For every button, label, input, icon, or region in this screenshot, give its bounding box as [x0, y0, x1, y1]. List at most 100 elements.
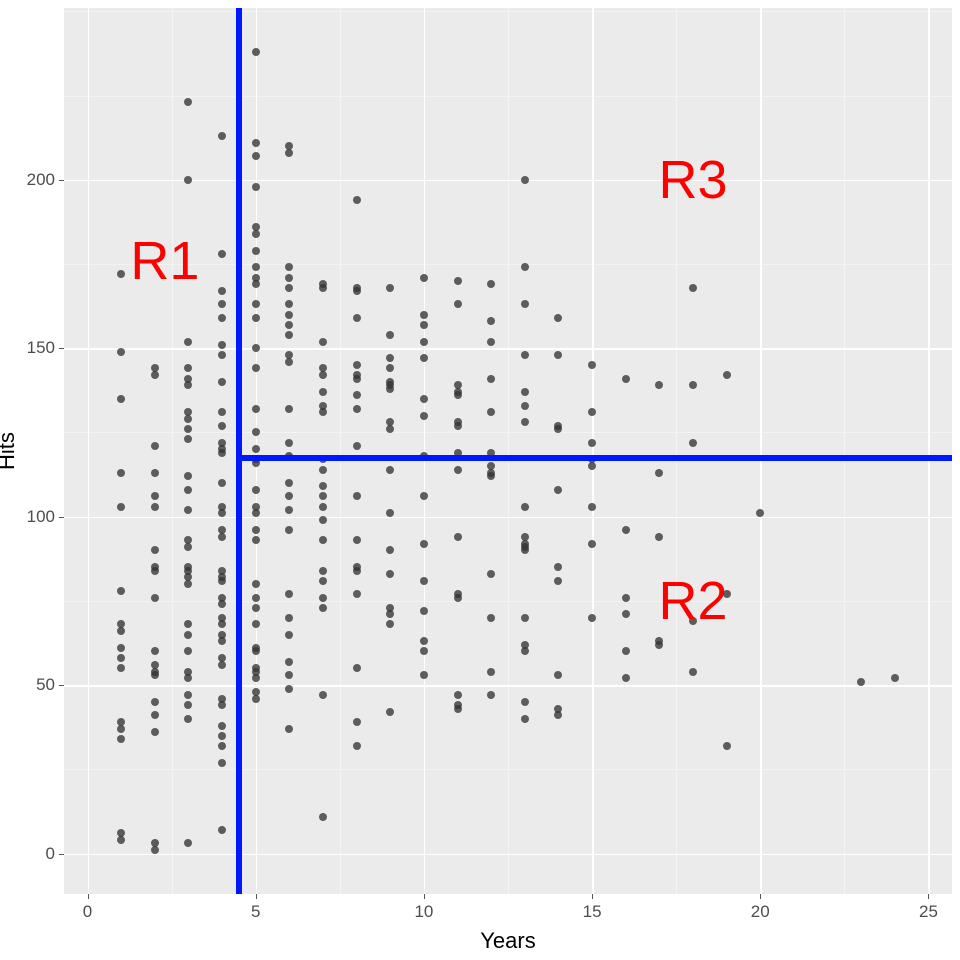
- data-point: [386, 418, 394, 426]
- data-point: [151, 728, 159, 736]
- data-point: [622, 610, 630, 618]
- data-point: [353, 536, 361, 544]
- data-point: [184, 563, 192, 571]
- data-point: [487, 462, 495, 470]
- data-point: [218, 695, 226, 703]
- data-point: [487, 375, 495, 383]
- data-point: [689, 439, 697, 447]
- data-point: [218, 422, 226, 430]
- data-point: [184, 472, 192, 480]
- data-point: [218, 620, 226, 628]
- data-point: [117, 644, 125, 652]
- data-point: [285, 631, 293, 639]
- data-point: [184, 486, 192, 494]
- data-point: [117, 836, 125, 844]
- data-point: [218, 408, 226, 416]
- x-tick-label: 10: [414, 902, 433, 922]
- data-point: [386, 354, 394, 362]
- data-point: [454, 466, 462, 474]
- x-axis-label: Years: [64, 928, 952, 954]
- data-point: [285, 284, 293, 292]
- data-point: [386, 466, 394, 474]
- data-point: [184, 573, 192, 581]
- data-point: [521, 641, 529, 649]
- data-point: [487, 472, 495, 480]
- data-point: [319, 402, 327, 410]
- data-point: [319, 503, 327, 511]
- data-point: [554, 563, 562, 571]
- data-point: [151, 839, 159, 847]
- region-label-r2: R2: [658, 570, 727, 632]
- data-point: [386, 381, 394, 389]
- data-point: [218, 479, 226, 487]
- data-point: [218, 654, 226, 662]
- data-point: [218, 631, 226, 639]
- y-tick-label: 200: [0, 170, 55, 190]
- y-tick-label: 0: [0, 844, 55, 864]
- data-point: [319, 388, 327, 396]
- plot-panel: R1R2R3: [64, 8, 952, 894]
- data-point: [151, 661, 159, 669]
- vertical-split-line: [236, 8, 242, 894]
- data-point: [319, 364, 327, 372]
- data-point: [454, 277, 462, 285]
- data-point: [285, 300, 293, 308]
- data-point: [319, 577, 327, 585]
- data-point: [184, 543, 192, 551]
- data-point: [521, 388, 529, 396]
- data-point: [285, 671, 293, 679]
- data-point: [554, 671, 562, 679]
- data-point: [521, 543, 529, 551]
- data-point: [487, 317, 495, 325]
- data-point: [184, 408, 192, 416]
- data-point: [218, 573, 226, 581]
- region-label-r1: R1: [130, 230, 199, 292]
- data-point: [689, 381, 697, 389]
- data-point: [554, 705, 562, 713]
- data-point: [285, 274, 293, 282]
- data-point: [454, 691, 462, 699]
- data-point: [454, 300, 462, 308]
- data-point: [487, 691, 495, 699]
- data-point: [218, 503, 226, 511]
- data-point: [386, 546, 394, 554]
- data-point: [386, 331, 394, 339]
- data-point: [454, 533, 462, 541]
- data-point: [218, 661, 226, 669]
- data-point: [353, 563, 361, 571]
- data-point: [151, 492, 159, 500]
- y-tick-label: 100: [0, 507, 55, 527]
- data-point: [184, 98, 192, 106]
- data-point: [285, 149, 293, 157]
- data-point: [353, 405, 361, 413]
- data-point: [319, 482, 327, 490]
- data-point: [218, 351, 226, 359]
- data-point: [184, 567, 192, 575]
- data-point: [622, 647, 630, 655]
- data-point: [285, 479, 293, 487]
- data-point: [184, 668, 192, 676]
- data-point: [151, 671, 159, 679]
- data-point: [218, 439, 226, 447]
- data-point: [151, 668, 159, 676]
- data-point: [554, 711, 562, 719]
- data-point: [218, 742, 226, 750]
- data-point: [117, 503, 125, 511]
- data-point: [151, 711, 159, 719]
- data-point: [386, 620, 394, 628]
- data-point: [285, 358, 293, 366]
- data-point: [689, 284, 697, 292]
- x-tick-label: 0: [83, 902, 92, 922]
- data-point: [353, 314, 361, 322]
- data-point: [285, 405, 293, 413]
- data-point: [184, 839, 192, 847]
- data-point: [386, 364, 394, 372]
- data-point: [521, 715, 529, 723]
- data-point: [386, 708, 394, 716]
- data-point: [117, 587, 125, 595]
- data-point: [184, 506, 192, 514]
- data-point: [353, 664, 361, 672]
- data-point: [386, 378, 394, 386]
- data-point: [218, 378, 226, 386]
- data-point: [319, 536, 327, 544]
